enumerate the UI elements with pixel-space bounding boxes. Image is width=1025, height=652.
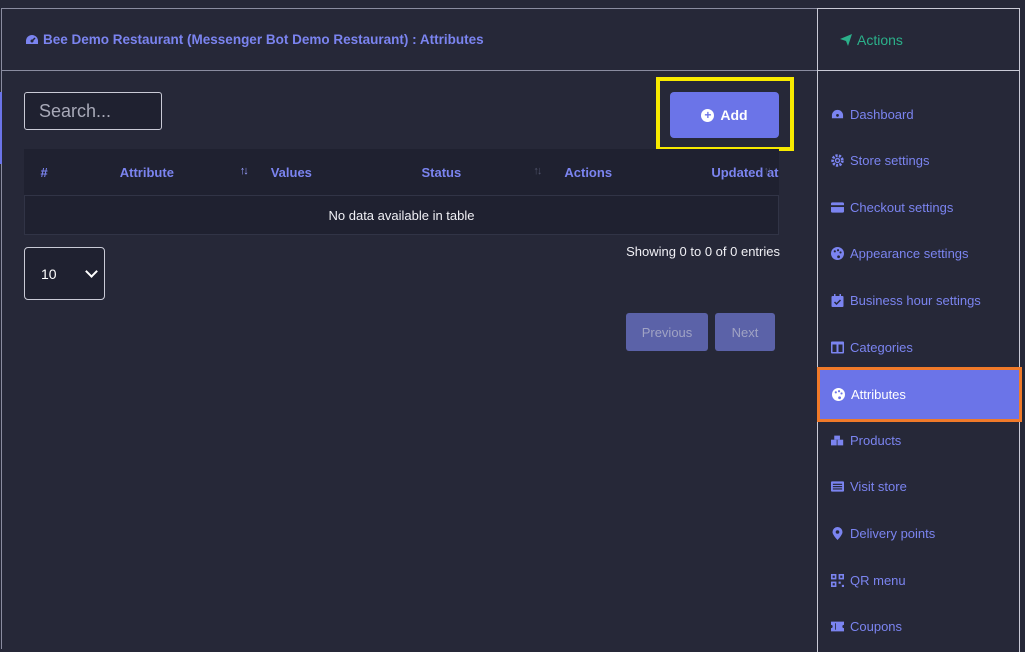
sidebar-item-visit-store[interactable]: Visit store	[818, 463, 1019, 509]
sidebar-item-label: Coupons	[850, 618, 903, 634]
sidebar-item-label: Categories	[850, 339, 913, 355]
sidebar-item-label: Attributes	[851, 387, 906, 402]
sidebar-item-label: Appearance settings	[850, 245, 969, 261]
table-row: No data available in table	[24, 195, 779, 235]
sidebar-item-coupons[interactable]: Coupons	[818, 603, 1019, 649]
sidebar-item-label: Dashboard	[850, 106, 914, 122]
paper-plane-icon	[840, 33, 852, 46]
qrcode-icon	[831, 573, 844, 587]
sidebar-item-categories[interactable]: Categories	[818, 324, 1019, 370]
empty-table-message: No data available in table	[24, 195, 779, 235]
calendar-check-icon	[831, 293, 844, 307]
sidebar-item-dashboard[interactable]: Dashboard	[818, 91, 1019, 137]
palette-icon	[832, 388, 845, 401]
map-marker-icon	[832, 526, 843, 540]
sidebar-item-label: Store settings	[850, 152, 930, 168]
plus-circle-icon: +	[701, 108, 715, 122]
sidebar-item-store-settings[interactable]: Store settings	[818, 137, 1019, 183]
gear-icon	[831, 153, 844, 167]
sidebar-item-qr-menu[interactable]: QR menu	[818, 557, 1019, 603]
entries-per-page-select[interactable]: 10	[24, 247, 105, 300]
sidebar-item-label: Products	[850, 432, 902, 448]
left-accent-bar	[0, 92, 2, 164]
sidebar-item-business-hour-settings[interactable]: Business hour settings	[818, 277, 1019, 323]
sidebar-header: Actions	[818, 9, 1019, 71]
attributes-table: # Attribute ↑↓ Values Status ↑↓ Actions Up…	[24, 149, 779, 235]
entries-per-page-value: 10	[41, 265, 57, 282]
sidebar-item-products[interactable]: Products	[818, 417, 1019, 463]
table-info: Showing 0 to 0 of 0 entries	[626, 244, 780, 259]
ticket-icon	[831, 621, 844, 631]
boxes-icon	[831, 435, 844, 445]
page-title: Bee Demo Restaurant (Messenger Bot Demo …	[25, 32, 484, 47]
sidebar-item-label: Delivery points	[850, 525, 936, 541]
column-header-actions[interactable]: Actions	[548, 149, 696, 196]
column-header-status[interactable]: Status ↑↓	[405, 149, 549, 196]
search-input[interactable]	[24, 92, 162, 130]
sidebar-item-delivery-points[interactable]: Delivery points	[818, 510, 1019, 556]
sidebar-item-appearance-settings[interactable]: Appearance settings	[818, 230, 1019, 276]
sidebar-item-checkout-settings[interactable]: Checkout settings	[818, 184, 1019, 230]
next-page-button[interactable]: Next	[715, 313, 775, 351]
sidebar: Actions Dashboard Store settings Checkou…	[817, 8, 1022, 652]
palette-icon	[831, 246, 844, 260]
column-header-attribute[interactable]: Attribute ↑↓	[103, 149, 255, 196]
tachometer-icon	[26, 34, 38, 44]
sort-icon: ↑↓	[533, 165, 542, 177]
main-header: Bee Demo Restaurant (Messenger Bot Demo …	[2, 9, 818, 71]
sort-icon: ↑↓	[763, 165, 773, 177]
list-alt-icon	[831, 480, 844, 492]
previous-page-button[interactable]: Previous	[626, 313, 708, 351]
table-header-row: # Attribute ↑↓ Values Status ↑↓ Actions Up…	[24, 149, 779, 196]
sidebar-item-attributes[interactable]: Attributes	[817, 367, 1022, 422]
chevron-down-icon	[85, 265, 98, 278]
page-title-text: Bee Demo Restaurant (Messenger Bot Demo …	[43, 32, 484, 47]
sidebar-item-label: Visit store	[850, 478, 907, 494]
sidebar-item-label: QR menu	[850, 572, 906, 588]
sidebar-item-label: Checkout settings	[850, 199, 954, 215]
add-button-label: Add	[720, 107, 748, 123]
sidebar-item-label: Business hour settings	[850, 292, 981, 308]
columns-icon	[831, 341, 844, 353]
column-header-values[interactable]: Values	[254, 149, 406, 196]
column-header-number[interactable]: #	[24, 149, 104, 196]
column-header-updated-at[interactable]: Updated at ↑↓	[695, 149, 779, 196]
sidebar-title: Actions	[857, 31, 903, 48]
credit-card-icon	[831, 201, 844, 213]
sort-asc-icon: ↑↓	[239, 165, 249, 177]
add-button[interactable]: + Add	[670, 92, 779, 138]
tachometer-icon	[831, 109, 844, 118]
